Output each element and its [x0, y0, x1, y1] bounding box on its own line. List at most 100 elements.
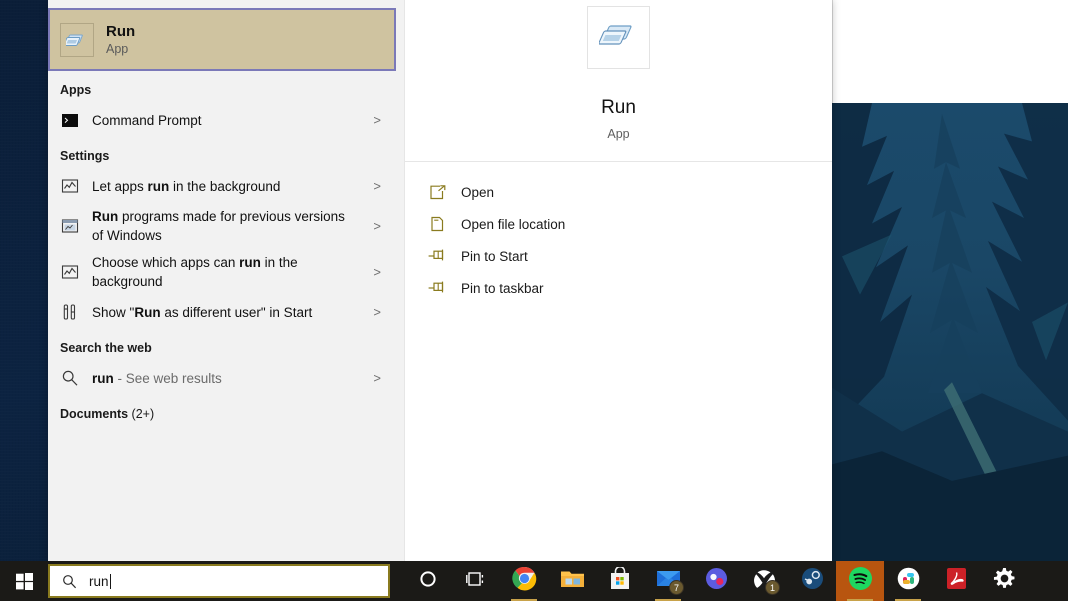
- background-apps-icon-glyph: [61, 265, 79, 279]
- command-prompt-icon: [60, 110, 80, 130]
- group-header-documents: Documents (2+): [48, 395, 404, 427]
- taskbar-item-adobe-acrobat[interactable]: [932, 561, 980, 601]
- wallpaper-forest-art: [832, 103, 1068, 563]
- search-icon: [60, 368, 80, 388]
- result-label-text: Choose which apps can: [92, 255, 240, 270]
- open-icon: [426, 183, 448, 201]
- taskbar-icon-strip: 71: [404, 561, 1028, 601]
- preview-header: Run App: [405, 0, 832, 162]
- result-row[interactable]: Let apps run in the background >: [48, 169, 404, 203]
- taskbar-item-task-view[interactable]: [452, 561, 500, 601]
- taskbar-item-settings[interactable]: [980, 561, 1028, 601]
- group-header-apps: Apps: [48, 71, 404, 103]
- match-term: run: [92, 370, 114, 386]
- match-term: Run: [92, 209, 119, 224]
- taskbar-item-slack[interactable]: [884, 561, 932, 601]
- search-icon-glyph: [62, 370, 78, 386]
- chevron-right-icon[interactable]: >: [373, 266, 381, 279]
- result-groups: Apps Command Prompt > Settings Let apps run …: [48, 71, 404, 427]
- taskbar-item-mail[interactable]: 7: [644, 561, 692, 601]
- result-row[interactable]: run - See web results >: [48, 361, 404, 395]
- notification-badge: 7: [669, 580, 684, 595]
- spotify-icon: [848, 566, 873, 596]
- folder-glyph: [430, 216, 443, 232]
- taskbar-item-steam[interactable]: [788, 561, 836, 601]
- search-results-pane: Run App Apps Command Prompt > Settings Let a…: [48, 0, 404, 563]
- preview-action-pin-to-start[interactable]: Pin to Start: [405, 240, 832, 272]
- background-apps-icon-glyph: [61, 179, 79, 193]
- taskbar-search-box[interactable]: run: [48, 564, 390, 598]
- search-glyph: [63, 574, 77, 588]
- taskbar-item-discord[interactable]: [692, 561, 740, 601]
- start-settings-icon-glyph: [63, 304, 76, 320]
- result-row[interactable]: Choose which apps can run in the backgro…: [48, 249, 404, 295]
- forest-illustration: [832, 103, 1068, 563]
- run-app-icon: [60, 22, 94, 57]
- preview-action-label: Pin to Start: [461, 248, 528, 264]
- chevron-right-icon[interactable]: >: [373, 180, 381, 193]
- result-label-text: programs made for previous versions of W…: [92, 209, 345, 243]
- group-header-label: Apps: [60, 83, 92, 97]
- desktop-screen: Run App Apps Command Prompt > Settings Let a…: [0, 0, 1068, 601]
- search-input[interactable]: run: [89, 573, 111, 589]
- search-icon: [62, 574, 77, 589]
- best-match-text: Run App: [106, 23, 135, 57]
- taskbar-item-microsoft-store[interactable]: [596, 561, 644, 601]
- best-match-result-run[interactable]: Run App: [48, 8, 396, 71]
- pin-glyph: [428, 249, 443, 261]
- compatibility-icon-glyph: [61, 219, 79, 233]
- preview-action-label: Open: [461, 184, 495, 200]
- background-apps-icon: [60, 262, 80, 282]
- chevron-right-icon[interactable]: >: [373, 372, 381, 385]
- preview-action-label: Open file location: [461, 216, 566, 232]
- preview-subtitle: App: [607, 127, 630, 141]
- preview-actions-list: Open Open file location Pin to Start Pin to…: [405, 162, 832, 304]
- preview-action-open[interactable]: Open: [405, 176, 832, 208]
- chevron-right-icon[interactable]: >: [373, 114, 381, 127]
- text-caret: [109, 573, 111, 589]
- taskbar-item-xbox[interactable]: 1: [740, 561, 788, 601]
- result-row[interactable]: Run programs made for previous versions …: [48, 203, 404, 249]
- start-button[interactable]: [0, 561, 48, 601]
- preview-title: Run: [601, 97, 636, 118]
- cortana-icon: [419, 570, 437, 593]
- preview-action-pin-to-taskbar[interactable]: Pin to taskbar: [405, 272, 832, 304]
- result-label-text: Show ": [92, 304, 135, 320]
- result-row-label: Choose which apps can run in the backgro…: [92, 253, 350, 291]
- group-header-count: (2+): [128, 407, 155, 421]
- chevron-right-icon[interactable]: >: [373, 306, 381, 319]
- match-term: run: [147, 178, 170, 194]
- app-preview-pane: Run App Open Open file location Pin to Sta…: [404, 0, 832, 563]
- command-prompt-glyph: [62, 113, 78, 127]
- run-app-glyph: [66, 34, 83, 46]
- match-term: Run: [134, 304, 161, 320]
- run-app-glyph-large: [598, 24, 632, 45]
- background-window: [832, 0, 1068, 103]
- open-glyph: [429, 184, 445, 199]
- settings-icon: [993, 567, 1016, 595]
- group-header-label: Search the web: [60, 341, 152, 355]
- pin-glyph: [428, 281, 443, 293]
- start-search-flyout: Run App Apps Command Prompt > Settings Let a…: [48, 0, 832, 563]
- notification-badge: 1: [765, 580, 780, 595]
- taskbar-item-file-explorer[interactable]: [548, 561, 596, 601]
- result-label-text: Let apps: [92, 178, 148, 194]
- microsoft-store-icon: [609, 565, 631, 595]
- windows-logo-icon: [15, 572, 33, 590]
- taskbar-item-google-chrome[interactable]: [500, 561, 548, 601]
- result-row[interactable]: Command Prompt >: [48, 103, 404, 137]
- preview-action-open-file-location[interactable]: Open file location: [405, 208, 832, 240]
- group-header-settings: Settings: [48, 137, 404, 169]
- group-header-label: Documents: [60, 407, 129, 421]
- chevron-right-icon[interactable]: >: [373, 220, 381, 233]
- slack-icon: [897, 567, 920, 595]
- result-row[interactable]: Show "Run as different user" in Start >: [48, 295, 404, 329]
- steam-icon: [801, 567, 824, 595]
- start-settings-icon: [60, 302, 80, 322]
- taskbar-item-spotify[interactable]: [836, 561, 884, 601]
- folder-icon: [426, 215, 448, 233]
- taskbar-item-cortana[interactable]: [404, 561, 452, 601]
- best-match-subtitle: App: [106, 41, 129, 56]
- compatibility-icon: [60, 216, 80, 236]
- task-view-icon: [466, 571, 486, 592]
